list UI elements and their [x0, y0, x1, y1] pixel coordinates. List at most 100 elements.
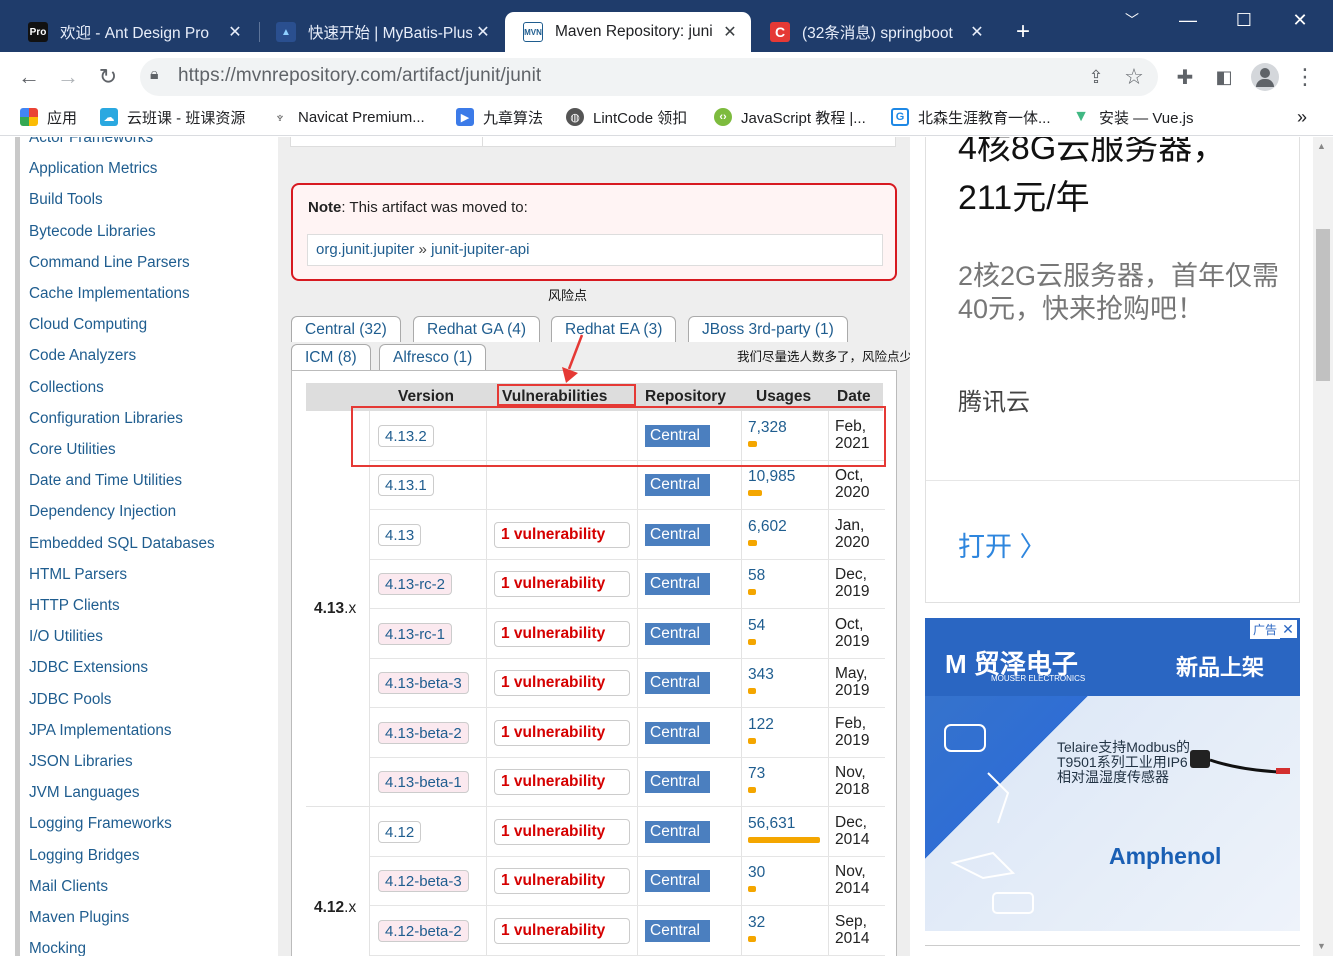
repository-badge[interactable]: Central — [645, 672, 710, 695]
tab-redhat-ga[interactable]: Redhat GA (4) — [413, 316, 541, 342]
url-text[interactable]: https://mvnrepository.com/artifact/junit… — [178, 65, 541, 87]
repository-badge[interactable]: Central — [645, 721, 710, 744]
usages-link[interactable]: 32 — [748, 914, 765, 932]
repository-badge[interactable]: Central — [645, 820, 710, 843]
ad-close-icon[interactable]: ✕ — [1279, 620, 1297, 638]
bookmark-lintcode[interactable]: ◍ LintCode 领扣 — [566, 104, 687, 130]
vulnerability-badge[interactable]: 1 vulnerability — [494, 868, 630, 895]
share-icon[interactable]: ⇪ — [1081, 62, 1111, 92]
vulnerability-badge[interactable]: 1 vulnerability — [494, 571, 630, 598]
repository-badge[interactable]: Central — [645, 573, 710, 596]
menu-kebab-icon[interactable]: ⋮ — [1290, 62, 1320, 92]
sidebar-item[interactable]: Embedded SQL Databases — [29, 535, 215, 553]
scrollbar-thumb[interactable] — [1316, 229, 1330, 381]
group-link[interactable]: org.junit.jupiter — [316, 241, 414, 258]
sidebar-item[interactable]: Code Analyzers — [29, 347, 136, 365]
extensions-icon[interactable]: ✚ — [1170, 62, 1200, 92]
sidebar-item[interactable]: JVM Languages — [29, 784, 140, 802]
version-link[interactable]: 4.13-rc-1 — [378, 622, 453, 645]
close-tab-icon[interactable]: ✕ — [966, 22, 988, 42]
bookmark-beisen[interactable]: G 北森生涯教育一体... — [891, 104, 1051, 130]
sidebar-item[interactable]: Configuration Libraries — [29, 410, 183, 428]
side-panel-icon[interactable]: ◧ — [1209, 62, 1239, 92]
tab-search-icon[interactable]: ﹀ — [1104, 0, 1160, 40]
close-tab-icon[interactable]: ✕ — [719, 22, 741, 42]
sidebar-item[interactable]: Bytecode Libraries — [29, 223, 156, 241]
version-link[interactable]: 4.12-beta-2 — [378, 919, 469, 942]
version-link[interactable]: 4.13-rc-2 — [378, 573, 453, 596]
sidebar-item[interactable]: Command Line Parsers — [29, 254, 190, 272]
sidebar-item[interactable]: JSON Libraries — [29, 753, 133, 771]
repository-badge[interactable]: Central — [645, 870, 710, 893]
tab-alfresco[interactable]: Alfresco (1) — [379, 344, 487, 370]
more-bookmarks-icon[interactable]: » — [1297, 104, 1307, 130]
sidebar-item[interactable]: JDBC Pools — [29, 691, 111, 709]
sidebar-item[interactable]: Build Tools — [29, 191, 103, 209]
sidebar-item[interactable]: JPA Implementations — [29, 722, 172, 740]
usages-link[interactable]: 73 — [748, 765, 765, 783]
browser-tab-1[interactable]: Pro 欢迎 - Ant Design Pro ✕ — [10, 12, 256, 52]
sidebar-item[interactable]: Logging Frameworks — [29, 815, 172, 833]
sidebar-item[interactable]: Application Metrics — [29, 160, 157, 178]
profile-avatar-icon[interactable] — [1251, 63, 1279, 91]
bookmark-mosoteach[interactable]: ☁ 云班课 - 班课资源 — [100, 104, 245, 130]
browser-tab-4[interactable]: C (32条消息) springboot ✕ — [752, 12, 998, 52]
artifact-link[interactable]: junit-jupiter-api — [431, 241, 529, 258]
vulnerability-badge[interactable]: 1 vulnerability — [494, 719, 630, 746]
sidebar-item[interactable]: Dependency Injection — [29, 503, 176, 521]
version-link[interactable]: 4.13-beta-1 — [378, 771, 469, 794]
close-tab-icon[interactable]: ✕ — [224, 22, 246, 42]
vulnerability-badge[interactable]: 1 vulnerability — [494, 620, 630, 647]
version-link[interactable]: 4.13-beta-3 — [378, 672, 469, 695]
lock-icon[interactable]: 🔒︎ — [150, 66, 159, 84]
sidebar-item[interactable]: Core Utilities — [29, 441, 116, 459]
version-link[interactable]: 4.13 — [378, 523, 422, 546]
browser-tab-2[interactable]: ▲ 快速开始 | MyBatis-Plus ✕ — [258, 12, 504, 52]
tab-icm[interactable]: ICM (8) — [291, 344, 371, 370]
sidebar-item[interactable]: I/O Utilities — [29, 628, 103, 646]
usages-link[interactable]: 6,602 — [748, 518, 787, 536]
vulnerability-badge[interactable]: 1 vulnerability — [494, 521, 630, 548]
browser-tab-3[interactable]: MVN Maven Repository: juni ✕ — [505, 12, 751, 52]
version-link[interactable]: 4.12-beta-3 — [378, 870, 469, 893]
bookmark-apps[interactable]: 应用 — [20, 104, 77, 130]
reload-icon[interactable]: ↻ — [93, 62, 123, 92]
version-link[interactable]: 4.13-beta-2 — [378, 721, 469, 744]
version-link[interactable]: 4.13.1 — [378, 474, 434, 497]
usages-link[interactable]: 58 — [748, 567, 765, 585]
new-tab-button[interactable]: + — [1008, 18, 1038, 48]
sidebar-item[interactable]: Cache Implementations — [29, 285, 190, 303]
vulnerability-badge[interactable]: 1 vulnerability — [494, 670, 630, 697]
maximize-icon[interactable]: ☐ — [1216, 0, 1272, 40]
tab-jboss[interactable]: JBoss 3rd-party (1) — [688, 316, 848, 342]
ad-open-button[interactable]: 打开 〉 — [958, 525, 1047, 564]
repository-badge[interactable]: Central — [645, 919, 710, 942]
mouser-ad-banner[interactable]: M 贸泽电子 MOUSER ELECTRONICS 新品上架 广告 ✕ Tela… — [925, 618, 1300, 931]
usages-link[interactable]: 10,985 — [748, 468, 795, 486]
sidebar-item[interactable]: HTML Parsers — [29, 566, 127, 584]
sidebar-item[interactable]: Actor Frameworks — [29, 137, 153, 147]
sidebar-item[interactable]: HTTP Clients — [29, 597, 120, 615]
usages-link[interactable]: 56,631 — [748, 815, 795, 833]
vulnerability-badge[interactable]: 1 vulnerability — [494, 818, 630, 845]
repository-badge[interactable]: Central — [645, 474, 710, 497]
repository-badge[interactable]: Central — [645, 771, 710, 794]
scroll-up-icon[interactable]: ▲ — [1317, 141, 1326, 151]
bookmark-navicat[interactable]: ♆ Navicat Premium... — [271, 104, 425, 130]
sidebar-item[interactable]: Logging Bridges — [29, 847, 140, 865]
sidebar-item[interactable]: Cloud Computing — [29, 316, 147, 334]
vulnerability-badge[interactable]: 1 vulnerability — [494, 769, 630, 796]
repository-badge[interactable]: Central — [645, 523, 710, 546]
tab-central[interactable]: Central (32) — [291, 316, 401, 342]
bookmark-javascript[interactable]: ‹› JavaScript 教程 |... — [714, 104, 866, 130]
version-link[interactable]: 4.12 — [378, 820, 422, 843]
usages-link[interactable]: 343 — [748, 666, 774, 684]
repository-badge[interactable]: Central — [645, 622, 710, 645]
close-tab-icon[interactable]: ✕ — [472, 22, 494, 42]
minimize-icon[interactable]: — — [1160, 0, 1216, 40]
bookmark-vue[interactable]: ▼ 安装 — Vue.js — [1072, 104, 1193, 130]
sidebar-item[interactable]: Maven Plugins — [29, 909, 129, 927]
usages-link[interactable]: 122 — [748, 716, 774, 734]
usages-link[interactable]: 30 — [748, 864, 765, 882]
bookmark-jiuzhang[interactable]: ▶ 九章算法 — [456, 104, 543, 130]
